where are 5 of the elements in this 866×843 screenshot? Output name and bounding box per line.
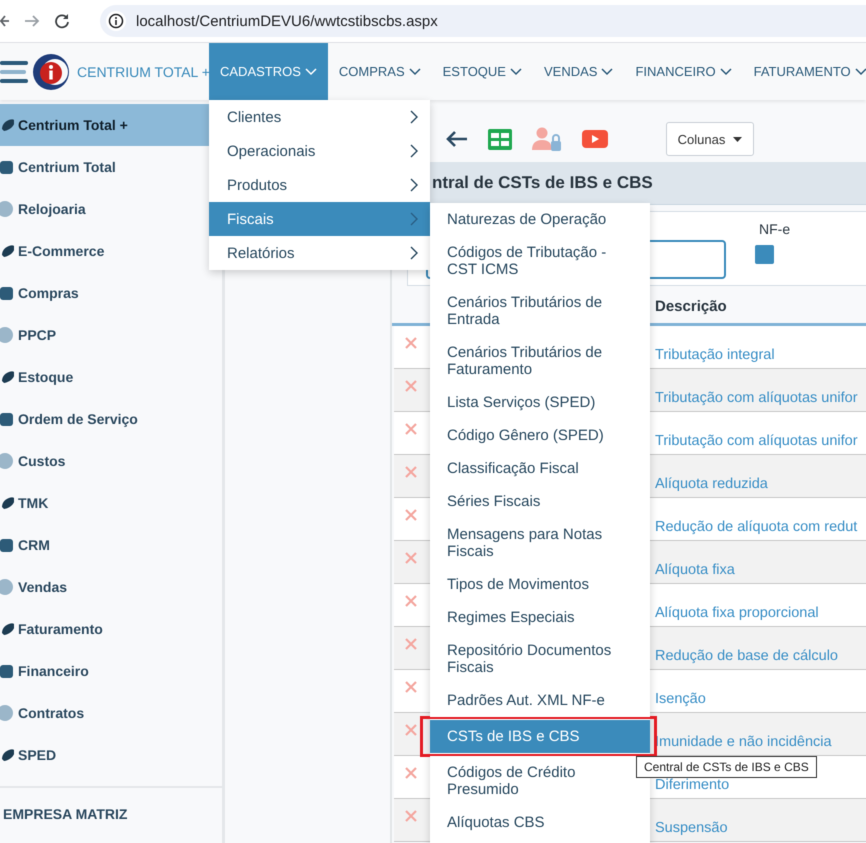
company-name: EMPRESA MATRIZ xyxy=(2,805,128,822)
nfe-label: NF-e xyxy=(759,221,790,237)
app-name: CENTRIUM TOTAL + xyxy=(77,64,210,80)
tooltip: Central de CSTs de IBS e CBS xyxy=(636,756,817,778)
column-header: Descrição xyxy=(655,298,727,315)
